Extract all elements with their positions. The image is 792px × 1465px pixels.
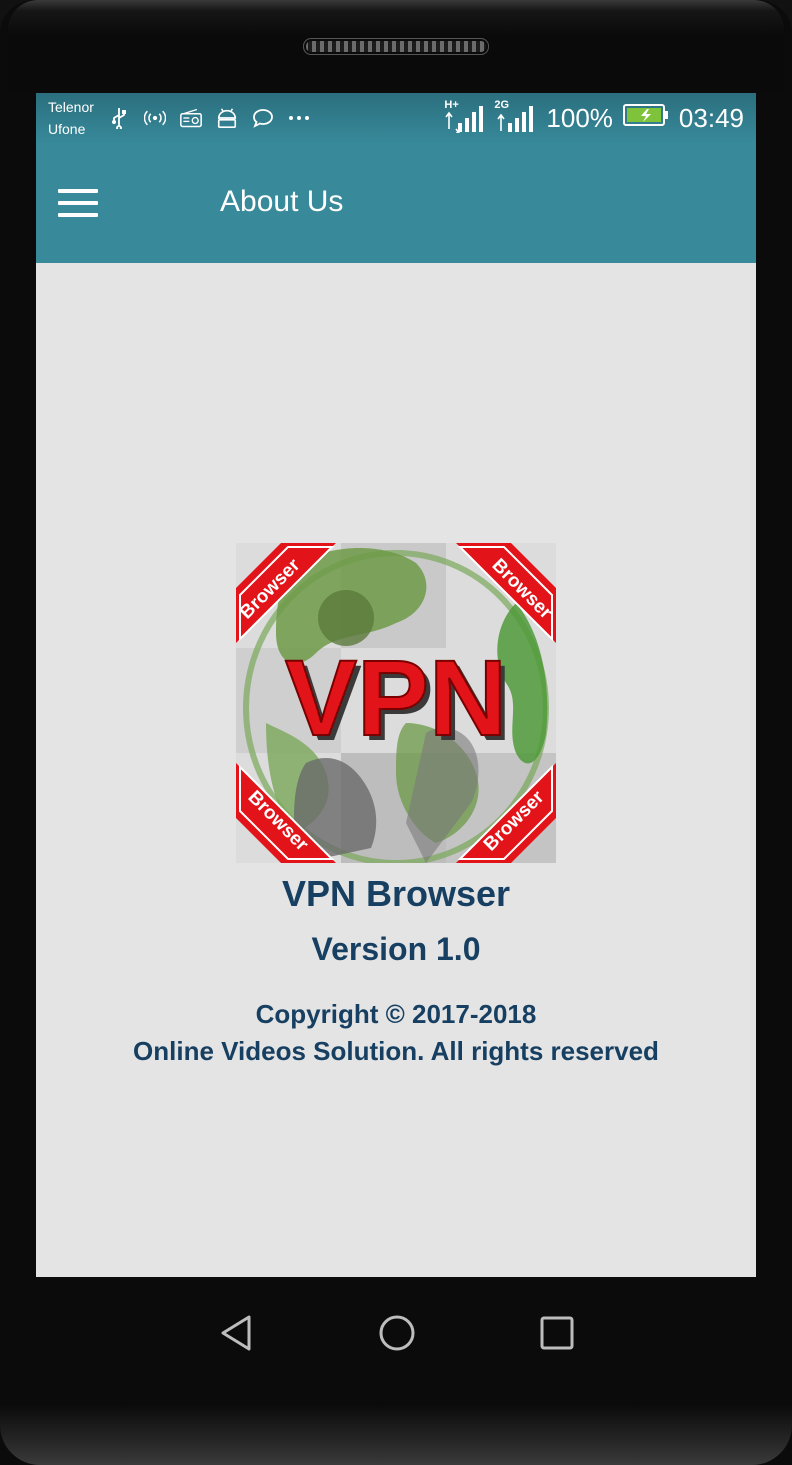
hamburger-menu-icon[interactable] [50, 177, 106, 229]
menu-bar [58, 213, 98, 217]
app-toolbar: About Us [36, 143, 756, 263]
battery-icon [622, 103, 669, 134]
system-nav-bar [0, 1277, 792, 1387]
carrier-2: Ufone [48, 121, 86, 137]
chat-icon [252, 107, 274, 129]
screen: Telenor Ufone H+ 2G 100% 03:49 About Us … [36, 93, 756, 1277]
phone-bottom-edge [0, 1405, 792, 1465]
logo-vpn-text: VPN [285, 637, 507, 758]
network-2-label: 2G [494, 99, 510, 111]
menu-bar [58, 189, 98, 193]
app-name: VPN Browser [281, 873, 511, 914]
carrier-labels: Telenor Ufone [48, 96, 94, 140]
signal-h-plus-icon: H+ [444, 99, 484, 134]
carrier-1: Telenor [48, 99, 94, 115]
android-icon [216, 107, 238, 129]
copyright-owner: Online Videos Solution. All rights reser… [133, 1036, 659, 1066]
signal-2g-icon: 2G [494, 99, 536, 133]
status-right: H+ 2G 100% 03:49 [444, 99, 744, 135]
radio-icon [180, 107, 202, 129]
usb-icon [108, 107, 130, 129]
menu-bar [58, 201, 98, 205]
phone-frame: Telenor Ufone H+ 2G 100% 03:49 About Us … [0, 0, 792, 1465]
battery-percent: 100% [546, 102, 613, 133]
earpiece-speaker [303, 38, 489, 55]
home-icon[interactable] [367, 1303, 427, 1363]
copyright-years: Copyright © 2017-2018 [255, 999, 537, 1029]
notification-icons [108, 105, 310, 131]
clock: 03:49 [678, 102, 744, 133]
about-content: Browser Browser Browser Browser VPN VPN … [36, 263, 756, 1277]
back-icon[interactable] [207, 1303, 267, 1363]
hotspot-icon [144, 107, 166, 129]
app-version: Version 1.0 [311, 931, 481, 967]
recents-icon[interactable] [527, 1303, 587, 1363]
network-1-label: H+ [444, 99, 459, 111]
status-bar: Telenor Ufone H+ 2G 100% 03:49 [36, 93, 756, 143]
app-logo: Browser Browser Browser Browser VPN VPN [236, 543, 556, 863]
page-title: About Us [220, 185, 344, 218]
more-icon [288, 107, 310, 129]
